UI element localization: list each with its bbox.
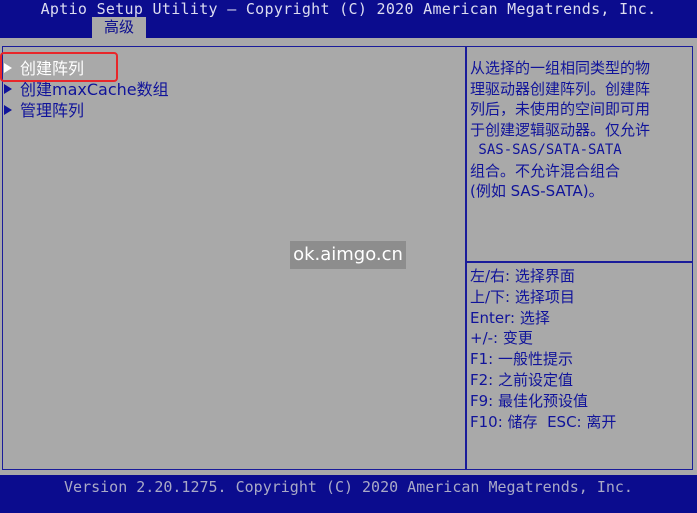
key-hint: +/-: 变更: [470, 329, 533, 348]
key-hint: F10: 储存 ESC: 离开: [470, 412, 617, 431]
help-line: 列后，未使用的空间即可用: [470, 100, 651, 118]
key-hint: F2: 之前设定值: [470, 370, 573, 389]
menu-item-create-maxcache[interactable]: 创建maxCache数组: [4, 79, 169, 100]
tab-advanced[interactable]: 高级: [92, 17, 146, 38]
panel-divider: [465, 46, 467, 470]
key-hint: 左/右: 选择界面: [470, 267, 575, 285]
help-line: 理驱动器创建阵列。创建阵: [470, 79, 651, 98]
main-panel: 创建阵列 创建maxCache数组 管理阵列 从选择的一组相同类型的物 理驱动器…: [0, 38, 697, 475]
help-line: 从选择的一组相同类型的物: [470, 59, 651, 77]
key-hint: F9: 最佳化预设值: [470, 391, 588, 410]
submenu-arrow-icon: [4, 105, 12, 115]
footer-version: Version 2.20.1275. Copyright (C) 2020 Am…: [0, 475, 697, 513]
key-legend: 左/右: 选择界面 上/下: 选择项目 Enter: 选择 +/-: 变更 F1…: [470, 266, 690, 432]
key-hint: F1: 一般性提示: [470, 350, 573, 369]
selection-highlight-box: [0, 52, 118, 82]
menu-item-manage-arrays[interactable]: 管理阵列: [4, 100, 169, 121]
help-text: 从选择的一组相同类型的物 理驱动器创建阵列。创建阵 列后，未使用的空间即可用 于…: [470, 58, 688, 202]
help-separator: [467, 261, 693, 263]
key-hint: 上/下: 选择项目: [470, 287, 575, 306]
submenu-arrow-icon: [4, 84, 12, 94]
key-hint: Enter: 选择: [470, 308, 550, 327]
watermark: ok.aimgo.cn: [290, 241, 406, 269]
help-line: 于创建逻辑驱动器。仅允许: [470, 120, 651, 139]
help-line: 组合。不允许混合组合: [470, 161, 621, 180]
menu-item-label: 创建maxCache数组: [20, 80, 169, 99]
menu-item-label: 管理阵列: [20, 101, 85, 120]
bios-title: Aptio Setup Utility – Copyright (C) 2020…: [40, 0, 657, 18]
help-line: (例如 SAS-SATA)。: [470, 182, 604, 200]
title-bar: Aptio Setup Utility – Copyright (C) 2020…: [0, 0, 697, 38]
help-line: SAS-SAS/SATA-SATA: [470, 142, 622, 158]
